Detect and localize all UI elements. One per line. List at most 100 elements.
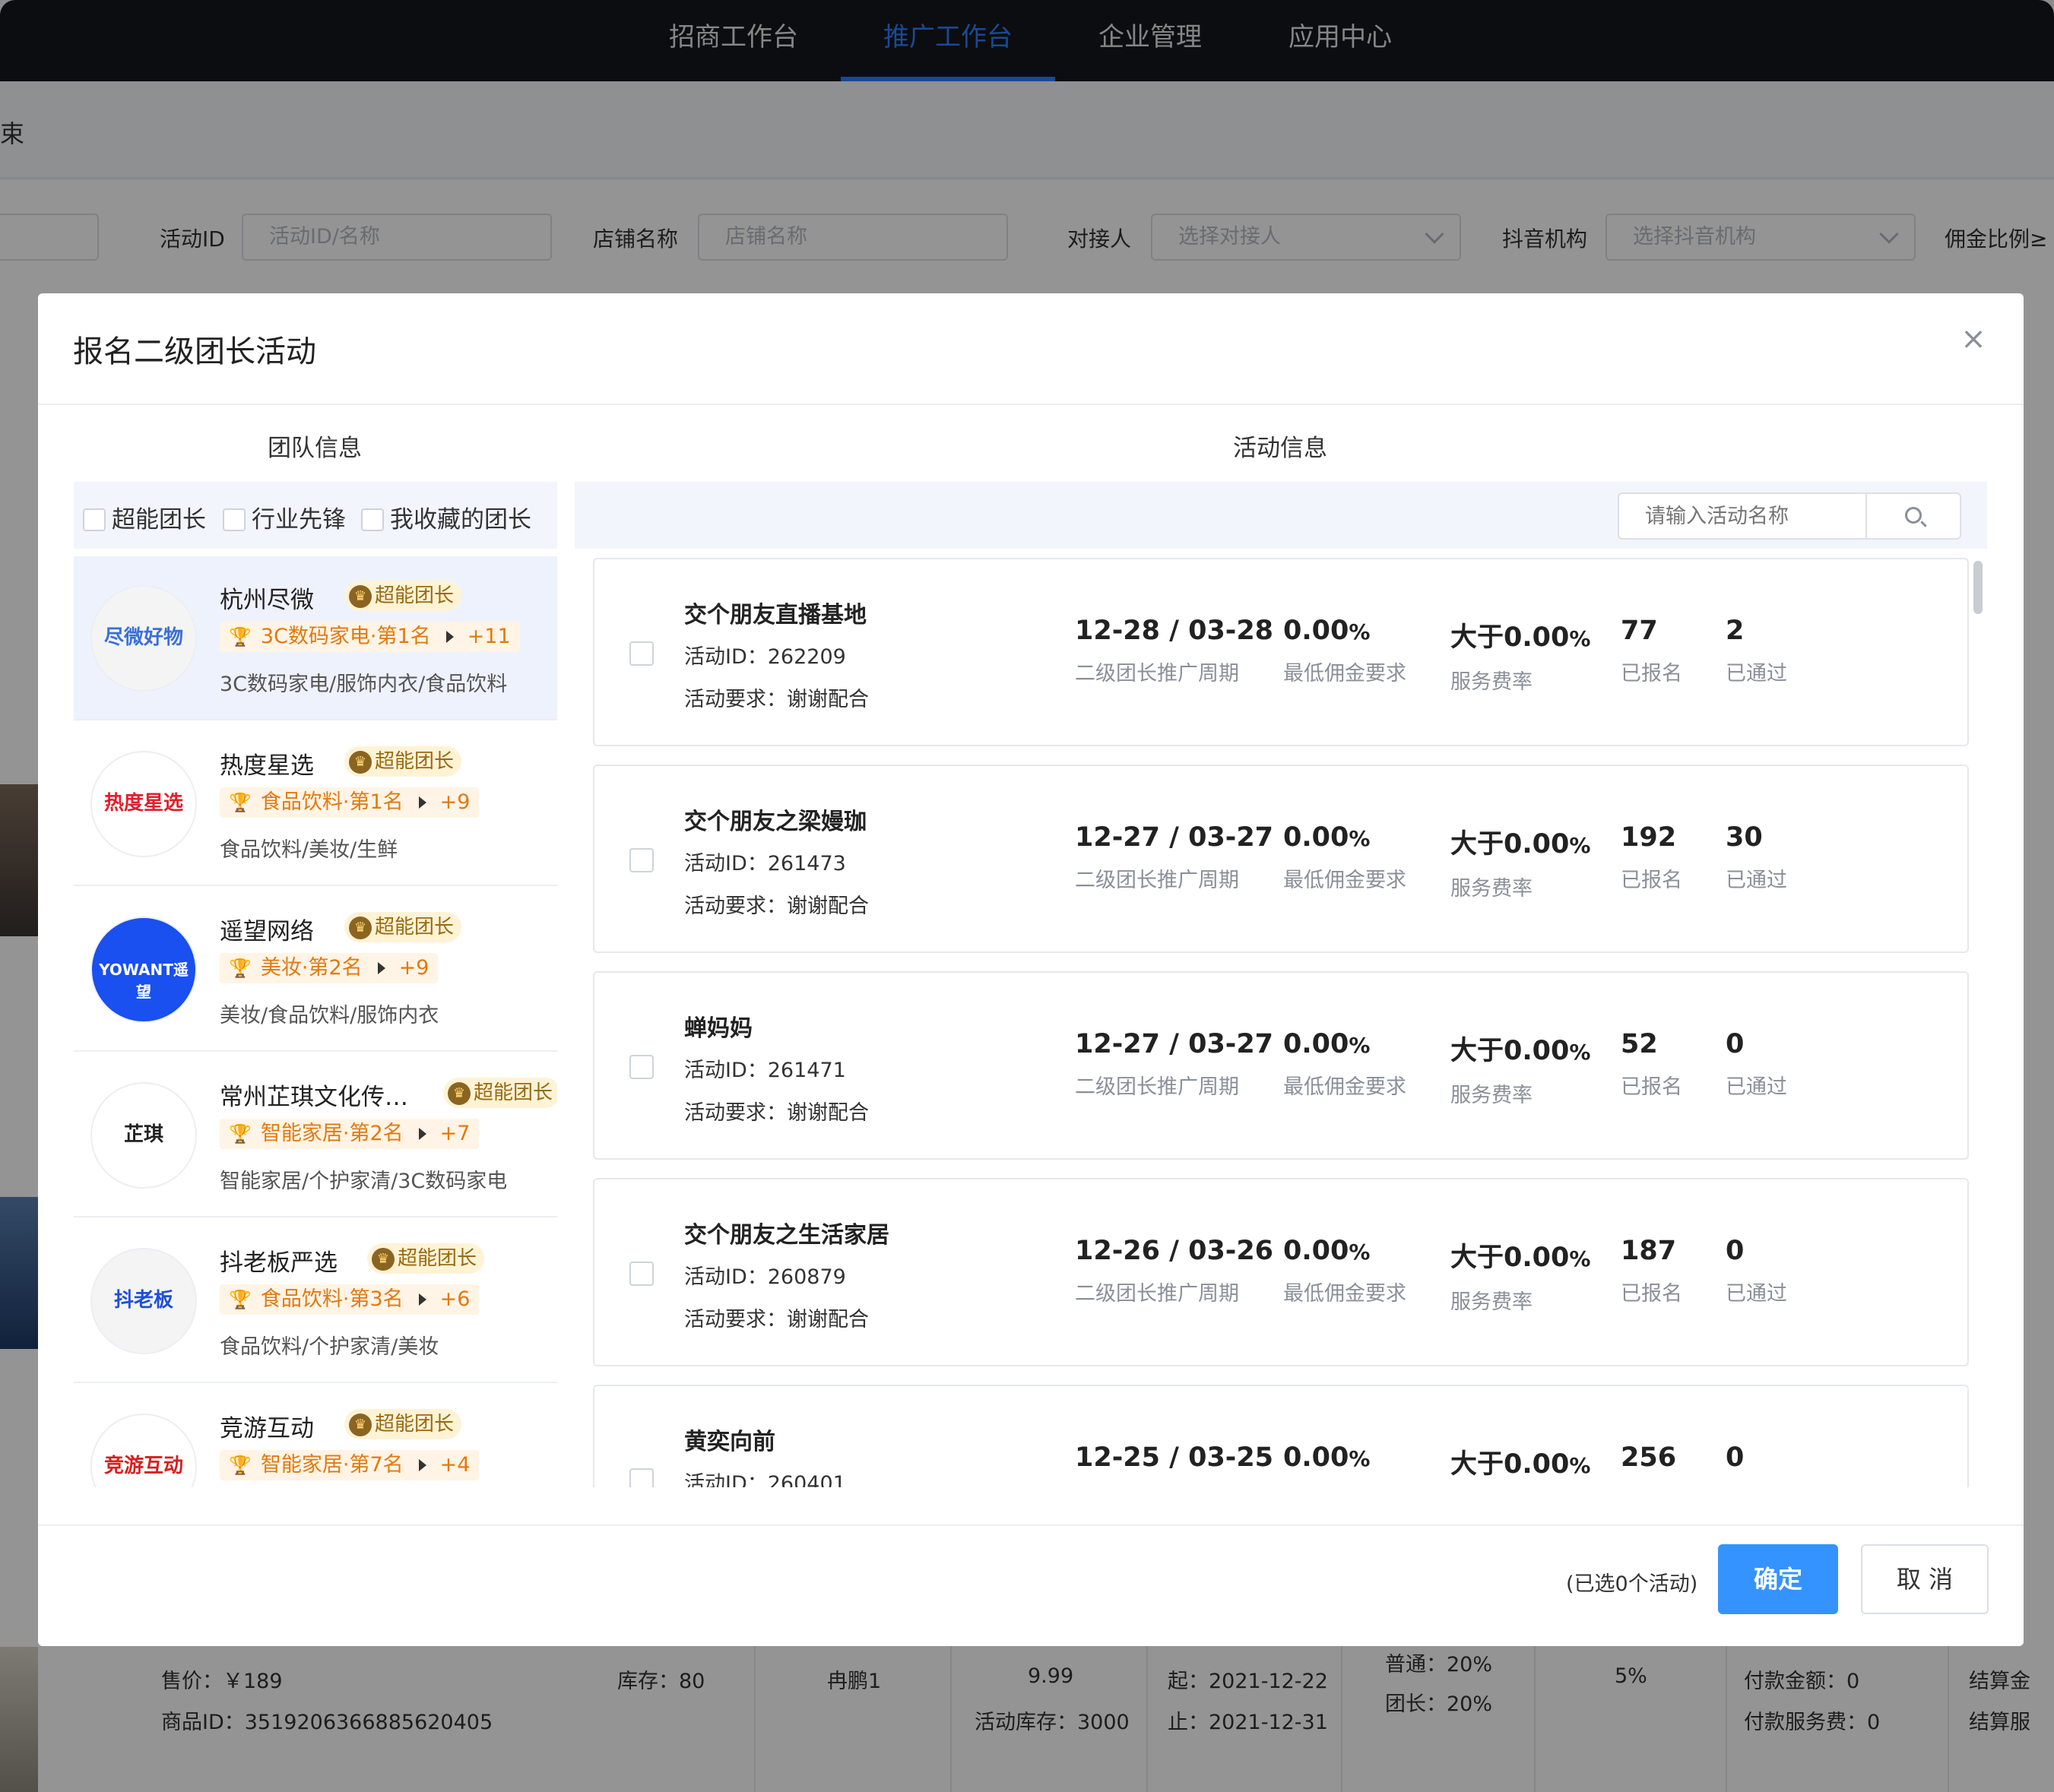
stat-period: 12-25 / 03-25 [1075, 1442, 1273, 1483]
stat-signed-label: 已报名 [1621, 662, 1682, 685]
stat-service-fee: 大于0.00% 服务费率 [1450, 1243, 1591, 1314]
filter-favorites[interactable]: 我收藏的团长 [361, 500, 531, 534]
stat-service-fee-value: 大于0.00 [1450, 622, 1570, 653]
activity-card[interactable]: 交个朋友之梁嫚珈 活动ID：261473 活动要求：谢谢配合 12-27 / 03-2… [593, 765, 1969, 953]
activity-header: 活动信息 [1233, 435, 1327, 462]
filter-industry-pioneer[interactable]: 行业先锋 [223, 500, 346, 534]
activity-card[interactable]: 蝉妈妈 活动ID：261471 活动要求：谢谢配合 12-27 / 03-27 二级团长… [593, 971, 1969, 1160]
activity-search-bar [575, 482, 1987, 549]
team-avatar-text: YOWANT遥望 [99, 961, 189, 1001]
team-filter-bar: 超能团长 行业先锋 我收藏的团长 [74, 482, 557, 549]
stat-period: 12-27 / 03-27 二级团长推广周期 [1075, 822, 1273, 893]
activity-search-input[interactable] [1618, 492, 1867, 540]
selected-count: (已选0个活动) [1566, 1572, 1698, 1596]
activity-card[interactable]: 交个朋友直播基地 活动ID：262209 活动要求：谢谢配合 12-28 / 03-2… [593, 558, 1969, 746]
rank-pill[interactable]: 🏆 智能家居·第7名 +4 [220, 1450, 480, 1480]
modal-title: 报名二级团长活动 [73, 334, 316, 369]
team-avatar-text: 芷琪 [123, 1123, 163, 1146]
stat-passed-label: 已通过 [1726, 869, 1787, 892]
activity-checkbox[interactable] [629, 1262, 654, 1286]
stat-signed: 192 已报名 [1621, 822, 1682, 893]
team-avatar: 尽微好物 [90, 585, 197, 692]
filter-super-leader[interactable]: 超能团长 [83, 500, 206, 534]
activity-scrollbar[interactable] [1973, 561, 1983, 614]
trophy-icon: 🏆 [229, 958, 252, 979]
rank-label: 智能家居·第2名 [260, 1122, 404, 1145]
stat-period-value: 12-27 / 03-27 [1075, 1029, 1274, 1059]
team-list[interactable]: 尽微好物 杭州尽微 ♛ 超能团长 🏆 3C数码家电·第1名 +11 3C数码家电/服饰内衣/食… [74, 556, 557, 1487]
activity-name: 交个朋友之生活家居 [684, 1222, 889, 1249]
badge-label: 超能团长 [474, 1081, 553, 1104]
stat-service-fee-value: 大于0.00 [1450, 1449, 1570, 1480]
team-avatar-text: 竞游互动 [103, 1455, 183, 1477]
team-avatar-text: 热度星选 [103, 792, 183, 815]
search-icon [1905, 507, 1922, 524]
search-button[interactable] [1865, 492, 1961, 540]
team-categories: 食品饮料/美妆/生鲜 [220, 838, 398, 862]
stat-min-commission: 0.00% [1283, 1442, 1371, 1473]
stat-service-fee: 大于0.00% [1450, 1449, 1591, 1480]
team-item[interactable]: YOWANT遥望 遥望网络 ♛ 超能团长 🏆 美妆·第2名 +9 美妆/食品饮料/服饰内衣 [74, 888, 557, 1052]
checkbox[interactable] [361, 508, 384, 531]
rank-more: +9 [439, 790, 471, 814]
activity-checkbox[interactable] [629, 1468, 654, 1487]
stat-passed: 0 已通过 [1726, 1029, 1787, 1100]
stat-passed: 30 已通过 [1726, 822, 1787, 893]
activity-list[interactable]: 交个朋友直播基地 活动ID：262209 活动要求：谢谢配合 12-28 / 03-2… [593, 556, 1969, 1487]
stat-period-label: 二级团长推广周期 [1075, 869, 1239, 892]
activity-checkbox[interactable] [629, 848, 654, 872]
caret-right-icon [377, 962, 385, 974]
stat-signed-label: 已报名 [1621, 1075, 1682, 1099]
team-name: 抖老板严选 [220, 1249, 338, 1277]
signup-modal: 报名二级团长活动 × 团队信息 活动信息 超能团长 行业先锋 我收藏的团长 尽微… [38, 293, 2024, 1646]
team-item[interactable]: 竞游互动 竞游互动 ♛ 超能团长 🏆 智能家居·第7名 +4 [74, 1385, 557, 1487]
checkbox[interactable] [223, 508, 246, 531]
activity-checkbox[interactable] [629, 641, 654, 666]
activity-id: 活动ID：260879 [684, 1265, 846, 1289]
rank-pill[interactable]: 🏆 食品饮料·第1名 +9 [220, 787, 480, 818]
rank-pill[interactable]: 🏆 美妆·第2名 +9 [220, 953, 439, 983]
team-item[interactable]: 尽微好物 杭州尽微 ♛ 超能团长 🏆 3C数码家电·第1名 +11 3C数码家电/服饰内衣/食… [74, 556, 557, 720]
team-item[interactable]: 抖老板 抖老板严选 ♛ 超能团长 🏆 食品饮料·第3名 +6 食品饮料/个护家清/美妆 [74, 1219, 557, 1383]
stat-period-label: 二级团长推广周期 [1075, 662, 1239, 685]
crown-icon: ♛ [349, 917, 372, 939]
stat-signed-label: 已报名 [1621, 869, 1682, 892]
trophy-icon: 🏆 [229, 1123, 252, 1145]
stat-passed-value: 0 [1726, 1029, 1745, 1059]
cancel-button[interactable]: 取 消 [1861, 1544, 1989, 1614]
team-avatar-text: 尽微好物 [103, 626, 183, 649]
stat-passed: 2 已通过 [1726, 616, 1787, 686]
badge-label: 超能团长 [375, 916, 455, 939]
team-name: 热度星选 [220, 752, 314, 780]
activity-id: 活动ID：261471 [684, 1059, 846, 1082]
team-item[interactable]: 热度星选 热度星选 ♛ 超能团长 🏆 食品饮料·第1名 +9 食品饮料/美妆/生鲜 [74, 722, 557, 886]
activity-card[interactable]: 黄奕向前 活动ID：260401 12-25 / 03-25 0.00% 大于0.00%… [593, 1385, 1969, 1487]
activity-checkbox[interactable] [629, 1055, 654, 1079]
stat-min-commission: 0.00% 最低佣金要求 [1283, 1236, 1406, 1306]
stat-period-label: 二级团长推广周期 [1075, 1282, 1239, 1306]
rank-label: 食品饮料·第3名 [260, 1287, 404, 1311]
stat-service-fee-value: 大于0.00 [1450, 829, 1570, 860]
stat-service-fee-label: 服务费率 [1450, 1290, 1533, 1314]
rank-pill[interactable]: 🏆 食品饮料·第3名 +6 [220, 1284, 480, 1315]
team-item[interactable]: 芷琪 常州芷琪文化传… ♛ 超能团长 🏆 智能家居·第2名 +7 智能家居/个护家清/3C数码… [74, 1053, 557, 1217]
stat-service-fee-label: 服务费率 [1450, 670, 1533, 694]
stat-min-commission-value: 0.00 [1283, 1442, 1349, 1473]
activity-name: 黄奕向前 [684, 1429, 775, 1455]
activity-requirement: 活动要求：谢谢配合 [684, 1308, 869, 1331]
stat-min-commission-label: 最低佣金要求 [1283, 662, 1406, 685]
confirm-button[interactable]: 确定 [1718, 1544, 1838, 1614]
crown-icon: ♛ [349, 1414, 372, 1436]
close-icon[interactable]: × [1958, 324, 1989, 354]
checkbox[interactable] [83, 508, 106, 531]
super-leader-badge: ♛ 超能团长 [344, 581, 462, 611]
stat-period-value: 12-26 / 03-26 [1075, 1236, 1274, 1266]
rank-pill[interactable]: 🏆 智能家居·第2名 +7 [220, 1119, 480, 1149]
team-avatar-text: 抖老板 [113, 1289, 173, 1312]
stat-passed-value: 30 [1726, 822, 1763, 853]
stat-period-value: 12-25 / 03-25 [1075, 1442, 1274, 1473]
rank-pill[interactable]: 🏆 3C数码家电·第1名 +11 [220, 622, 520, 652]
stat-signed-label: 已报名 [1621, 1282, 1682, 1306]
activity-card[interactable]: 交个朋友之生活家居 活动ID：260879 活动要求：谢谢配合 12-26 / 03-… [593, 1178, 1969, 1366]
stat-signed: 52 已报名 [1621, 1029, 1682, 1100]
